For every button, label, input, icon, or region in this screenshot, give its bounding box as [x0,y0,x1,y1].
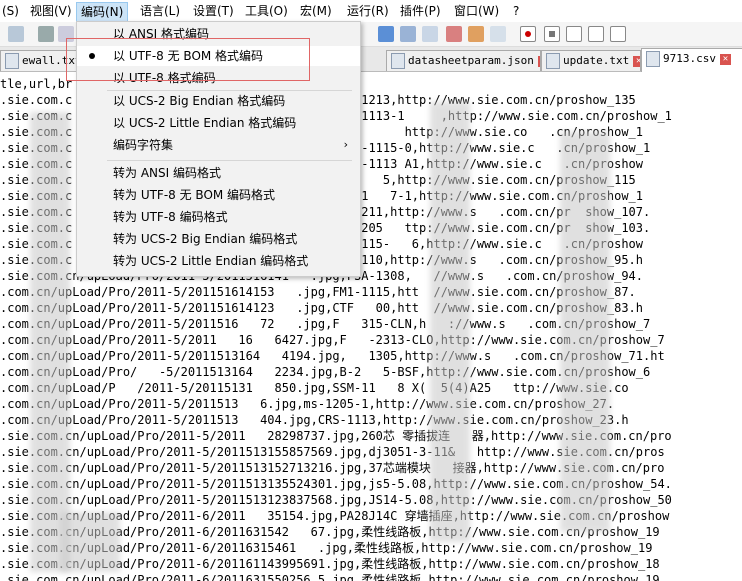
word-wrap-icon[interactable] [378,26,394,42]
menu-tools[interactable]: 工具(O) [245,3,288,19]
menu-item-convert-utf8-no-bom[interactable]: 转为 UTF-8 无 BOM 编码格式 [77,185,360,205]
tab-datasheetparam-json[interactable]: datasheetparam.json✕ [386,50,541,71]
editor-line: .com.cn/upLoad/Pro/2011-5/201151614153 .… [0,285,636,299]
redacted-region [30,112,70,572]
folder-icon[interactable] [468,26,484,42]
indent-guide-icon[interactable] [422,26,438,42]
menu-item-label: 转为 UTF-8 编码格式 [113,210,228,224]
menu-view[interactable]: 视图(V) [30,3,72,19]
menu-bar: (S) 视图(V) 编码(N) 语言(L) 设置(T) 工具(O) 宏(M) 运… [0,0,742,23]
redacted-region [560,132,610,532]
editor-line: tle,url,br [0,77,73,91]
editor-line: .com.cn/upLoad/P /2011-5/20115131 850.jp… [0,381,629,395]
editor-line: .com.cn/upLoad/Pro/2011-5/2011513 6.jpg,… [0,397,615,411]
menu-item-convert-ansi[interactable]: 转为 ANSI 编码格式 [77,163,360,183]
chevron-right-icon: › [343,138,348,151]
stop-record-icon[interactable] [544,26,560,42]
play-macro-icon[interactable] [566,26,582,42]
menu-encoding[interactable]: 编码(N) [76,2,129,22]
show-all-chars-icon[interactable] [400,26,416,42]
file-icon [5,53,19,69]
menu-plugins[interactable]: 插件(P) [400,3,441,19]
menu-search[interactable]: (S) [2,3,19,19]
menu-item-label: 以 UCS-2 Big Endian 格式编码 [113,94,286,108]
close-icon[interactable]: ✕ [633,55,640,67]
file-icon [646,51,660,67]
menu-item-charset[interactable]: 编码字符集 › [77,135,360,155]
menu-item-label: 转为 UCS-2 Big Endian 编码格式 [113,232,298,246]
menu-separator [107,160,352,161]
menu-item-label: 转为 UTF-8 无 BOM 编码格式 [113,188,276,202]
tab-label: 9713.csv [663,52,716,65]
menu-settings[interactable]: 设置(T) [193,3,234,19]
menu-item-ucs2-be-encode[interactable]: 以 UCS-2 Big Endian 格式编码 [77,91,360,111]
menu-item-convert-ucs2-le[interactable]: 转为 UCS-2 Little Endian 编码格式 [77,251,360,271]
file-icon [391,53,405,69]
menu-window[interactable]: 窗口(W) [454,3,499,19]
menu-item-label: 以 UCS-2 Little Endian 格式编码 [113,116,297,130]
cut-icon[interactable] [38,26,54,42]
tab-update-txt[interactable]: update.txt ✕ [541,50,641,71]
menu-item-label: 转为 ANSI 编码格式 [113,166,221,180]
save-all-icon[interactable] [8,26,24,42]
tab-9713-csv[interactable]: 9713.csv ✕ [641,48,742,72]
editor-line: .com.cn/upLoad/Pro/2011-5/2011516 72 .jp… [0,317,651,331]
tab-label: datasheetparam.json [408,54,534,67]
menu-item-convert-utf8[interactable]: 转为 UTF-8 编码格式 [77,207,360,227]
redacted-region [60,512,120,572]
monitor-icon[interactable] [490,26,506,42]
menu-help[interactable]: ? [513,3,519,19]
doc-map-icon[interactable] [446,26,462,42]
highlight-annotation-box [66,38,310,81]
redacted-region [430,102,470,542]
menu-item-label: 转为 UCS-2 Little Endian 编码格式 [113,254,309,268]
menu-item-convert-ucs2-be[interactable]: 转为 UCS-2 Big Endian 编码格式 [77,229,360,249]
editor-line: .com.cn/upLoad/Pro/ -5/2011513164 2234.j… [0,365,651,379]
editor-line: .sie.com.cn/upLoad/Pro/2011-6/2011631550… [0,573,660,581]
run-macro-multiple-icon[interactable] [588,26,604,42]
record-macro-icon[interactable] [520,26,536,42]
close-icon[interactable]: ✕ [719,53,731,65]
file-icon [546,53,560,69]
menu-item-ucs2-le-encode[interactable]: 以 UCS-2 Little Endian 格式编码 [77,113,360,133]
save-macro-icon[interactable] [610,26,626,42]
editor-line: .com.cn/upLoad/Pro/2011-5/2011513 404.jp… [0,413,629,427]
menu-item-label: 编码字符集 [113,138,174,152]
menu-language[interactable]: 语言(L) [140,3,180,19]
editor-line: .com.cn/upLoad/Pro/2011-5/201151614123 .… [0,301,643,315]
menu-run[interactable]: 运行(R) [347,3,389,19]
tab-label: update.txt [563,54,630,67]
menu-macro[interactable]: 宏(M) [300,3,332,19]
